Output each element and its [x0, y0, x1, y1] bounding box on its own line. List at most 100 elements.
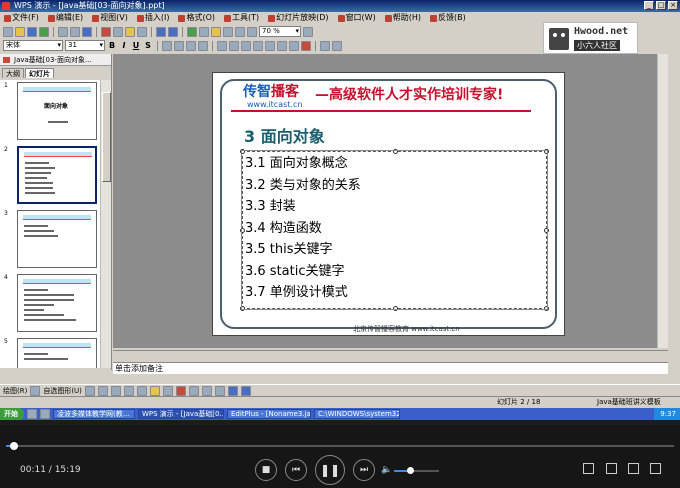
arrow-style-icon[interactable]: [214, 385, 225, 396]
content-list[interactable]: 3.1 面向对象概念 3.2 类与对象的关系 3.3 封装 3.4 构造函数 3…: [245, 153, 545, 304]
help-icon[interactable]: [303, 26, 313, 37]
slide-scrollbar[interactable]: [657, 54, 668, 348]
volume-icon[interactable]: 🔈: [381, 465, 392, 475]
textbox-icon[interactable]: [136, 385, 147, 396]
italic-button[interactable]: I: [119, 41, 129, 50]
playlist-icon[interactable]: [628, 463, 639, 474]
list-item[interactable]: 3.1 面向对象概念: [245, 153, 545, 175]
list-item[interactable]: 3.6 static关键字: [245, 261, 545, 283]
stop-button[interactable]: ■: [255, 459, 277, 481]
resize-handle[interactable]: [240, 306, 245, 311]
quicklaunch-icon[interactable]: [27, 409, 37, 419]
insert-table-icon[interactable]: [187, 26, 197, 37]
cut-icon[interactable]: [101, 26, 111, 37]
new-icon[interactable]: [3, 26, 13, 37]
ellipse-icon[interactable]: [123, 385, 134, 396]
align-left-icon[interactable]: [162, 40, 172, 51]
print-icon[interactable]: [58, 26, 68, 37]
bold-button[interactable]: B: [107, 41, 117, 50]
line-style-icon[interactable]: [188, 385, 199, 396]
slide-title[interactable]: 3 面向对象: [244, 123, 325, 147]
bulleted-list-icon[interactable]: [229, 40, 239, 51]
document-tab[interactable]: Java基础[03-面向对象...: [0, 54, 111, 66]
draw-menu[interactable]: 绘图(R): [3, 386, 27, 396]
indent-icon[interactable]: [289, 40, 299, 51]
tab-outline[interactable]: 大纲: [2, 68, 24, 78]
justify-icon[interactable]: [198, 40, 208, 51]
font-size-select[interactable]: 31: [65, 40, 105, 51]
select-pointer-icon[interactable]: [30, 385, 41, 396]
resize-handle[interactable]: [393, 306, 398, 311]
export-icon[interactable]: [39, 26, 49, 37]
notes-splitter[interactable]: [113, 350, 668, 361]
close-button[interactable]: ×: [668, 1, 678, 10]
menu-feedback[interactable]: 反馈(B): [429, 12, 466, 24]
format-painter-icon[interactable]: [137, 26, 147, 37]
align-center-icon[interactable]: [174, 40, 184, 51]
seek-handle[interactable]: [10, 442, 19, 450]
previous-button[interactable]: ⏮: [285, 459, 307, 481]
taskbar-item-active[interactable]: WPS 演示 - [Java基础[0...: [138, 409, 224, 419]
maximize-button[interactable]: □: [656, 1, 666, 10]
list-item[interactable]: 3.5 this关键字: [245, 239, 545, 261]
quicklaunch-icon[interactable]: [40, 409, 50, 419]
thumbnail-scrollbar[interactable]: [100, 80, 111, 368]
menu-slideshow[interactable]: 幻灯片放映(D): [268, 12, 329, 24]
dash-style-icon[interactable]: [201, 385, 212, 396]
line-icon[interactable]: [84, 385, 95, 396]
grid-icon[interactable]: [235, 26, 245, 37]
copy-icon[interactable]: [113, 26, 123, 37]
numbered-list-icon[interactable]: [217, 40, 227, 51]
slide-layout-icon[interactable]: [332, 40, 342, 51]
seek-bar[interactable]: [6, 442, 674, 450]
line-color-icon[interactable]: [162, 385, 173, 396]
taskbar-item[interactable]: EditPlus - [Noname3.java]: [227, 409, 311, 419]
design-icon[interactable]: [320, 40, 330, 51]
pause-button[interactable]: ❚❚: [315, 455, 345, 485]
arrow-icon[interactable]: [97, 385, 108, 396]
scrollbar-thumb[interactable]: [102, 92, 111, 182]
line-spacing-icon[interactable]: [265, 40, 275, 51]
outdent-icon[interactable]: [277, 40, 287, 51]
insert-chart-icon[interactable]: [199, 26, 209, 37]
undo-icon[interactable]: [156, 26, 166, 37]
menu-view[interactable]: 视图(V): [92, 12, 128, 24]
menu-tools[interactable]: 工具(T): [224, 12, 259, 24]
underline-button[interactable]: U: [131, 41, 141, 50]
list-item[interactable]: 3.2 类与对象的关系: [245, 175, 545, 197]
spellcheck-icon[interactable]: [82, 26, 92, 37]
menu-insert[interactable]: 插入(I): [136, 12, 169, 24]
zoom-select[interactable]: 70 %: [259, 26, 301, 37]
menu-window[interactable]: 窗口(W): [337, 12, 376, 24]
tab-slides[interactable]: 幻灯片: [25, 68, 54, 78]
color-icon[interactable]: [247, 26, 257, 37]
rectangle-icon[interactable]: [110, 385, 121, 396]
next-button[interactable]: ⏭: [353, 459, 375, 481]
decrease-font-icon[interactable]: [253, 40, 263, 51]
list-item[interactable]: 3.4 构造函数: [245, 218, 545, 240]
new-slide-icon[interactable]: [223, 26, 233, 37]
mini-mode-icon[interactable]: [606, 463, 617, 474]
shadow-button[interactable]: S: [143, 41, 153, 50]
text-color-icon[interactable]: [175, 385, 186, 396]
print-preview-icon[interactable]: [70, 26, 80, 37]
align-right-icon[interactable]: [186, 40, 196, 51]
list-item[interactable]: 3.3 封装: [245, 196, 545, 218]
menu-file[interactable]: 文件(F): [4, 12, 39, 24]
volume-slider[interactable]: [394, 467, 439, 474]
font-color-icon[interactable]: [301, 40, 311, 51]
start-button[interactable]: 开始: [0, 408, 24, 420]
font-family-select[interactable]: 宋体: [3, 40, 63, 51]
menu-edit[interactable]: 编辑(E): [47, 12, 83, 24]
notes-field[interactable]: 单击添加备注: [113, 362, 668, 374]
open-icon[interactable]: [15, 26, 25, 37]
insert-image-icon[interactable]: [211, 26, 221, 37]
paste-icon[interactable]: [125, 26, 135, 37]
taskbar-item[interactable]: C:\WINDOWS\system32...: [314, 409, 400, 419]
volume-handle[interactable]: [406, 467, 414, 474]
screenshot-icon[interactable]: [583, 463, 594, 474]
current-slide[interactable]: 传智播客 www.itcast.cn —高级软件人才实作培训专家! 3 面向对象…: [212, 72, 565, 336]
autoshape-menu[interactable]: 自选图形(U): [43, 386, 82, 396]
resize-handle[interactable]: [544, 306, 549, 311]
menu-format[interactable]: 格式(O): [178, 12, 215, 24]
